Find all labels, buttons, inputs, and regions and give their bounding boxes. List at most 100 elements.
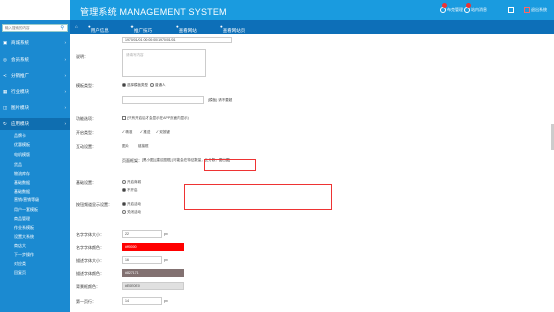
- main-content: 1970/01/01 00:00:00/1970/01/01 说明： 请填写内容…: [70, 34, 554, 312]
- radio-icon: [122, 202, 126, 207]
- submenu-item[interactable]: 设置大系统: [14, 234, 34, 240]
- setting-option-2[interactable]: 不开启: [122, 188, 138, 193]
- user-menu-label: 布克管理: [447, 7, 463, 13]
- feature-checkbox[interactable]: (只有开启后才会显示在APP页面内显示): [122, 116, 189, 121]
- submenu-item[interactable]: 基础数据: [14, 189, 30, 195]
- sidebar-item-distribution[interactable]: ≺ 分销推广 ›: [0, 70, 70, 82]
- submenu-item[interactable]: 货品: [14, 162, 22, 168]
- switch-label: 开启类型：: [76, 130, 96, 135]
- sidebar-item-image[interactable]: ◫ 图片模块 ›: [0, 102, 70, 114]
- submenu-item[interactable]: 下一步操作: [14, 252, 34, 258]
- display-option-1[interactable]: 开启活动: [122, 202, 141, 207]
- sidebar-item-industry[interactable]: ▦ 行业模块 ›: [0, 86, 70, 98]
- bottom-input[interactable]: 14: [122, 297, 162, 305]
- search-input[interactable]: [5, 25, 57, 31]
- submenu-item[interactable]: 用户一套模板: [14, 207, 38, 213]
- chevron-right-icon: ›: [64, 105, 67, 110]
- top-nav: ⌂ ● 用户信息 ★ 推广技巧 ● 查看网站 ● 查看网站页: [70, 20, 554, 34]
- image-icon: ◫: [3, 105, 8, 110]
- submenu-item[interactable]: 对应类: [14, 261, 26, 267]
- name-color-label: 名字字体颜色：: [76, 245, 104, 250]
- notification-badge: [442, 3, 447, 8]
- radio-icon: [122, 210, 126, 215]
- submenu-item[interactable]: 优惠模板: [14, 142, 30, 148]
- detail-color-input[interactable]: #827171: [122, 269, 184, 277]
- setting-option-2-label: 不开启: [127, 188, 138, 192]
- message-icon: [464, 3, 471, 13]
- chevron-down-icon: ›: [64, 121, 67, 126]
- detail-size-input[interactable]: 16: [122, 256, 162, 264]
- link-option-2[interactable]: 链接框: [138, 144, 149, 149]
- app-title: 管理系统 MANAGEMENT SYSTEM: [80, 7, 227, 17]
- logout-icon: [524, 7, 530, 13]
- switch-option-2-label: 推送: [143, 130, 151, 134]
- bottom-label: 第一页行：: [76, 299, 96, 304]
- submenu-item[interactable]: 商品管理: [14, 216, 30, 222]
- chevron-right-icon: ›: [64, 73, 67, 78]
- detail-color-label: 描述字体颜色：: [76, 271, 104, 276]
- setting-option-1-label: 开启商城: [127, 180, 141, 184]
- submenu-item[interactable]: 营销/营销等级: [14, 197, 39, 203]
- header-brand: 管理系统 MANAGEMENT SYSTEM 布克管理 站内消息 退出系统: [70, 0, 554, 20]
- submenu-item[interactable]: 品牌卡: [14, 133, 26, 139]
- name-color-value: #ff0000: [125, 245, 137, 249]
- grid-icon: [508, 7, 514, 13]
- mode-option-2: 普通人: [154, 83, 166, 87]
- detail-size-unit: px: [164, 258, 168, 262]
- sidebar: ⚲ ▣商城系统 › ◎ 会员系统 › ≺ 分销推广 › ▦行业模块 › ◫图片模块 › ↻ 应用…: [0, 20, 70, 312]
- home-icon[interactable]: ⌂: [75, 24, 78, 29]
- top-date-value: 1970/01/01 00:00:00/1970/01/01: [125, 38, 176, 42]
- submenu-item[interactable]: 物流库存: [14, 171, 30, 177]
- description-textarea[interactable]: 请填写内容: [122, 49, 206, 77]
- user-icon: [440, 3, 447, 13]
- switch-option-2[interactable]: ✓ 推送: [140, 130, 150, 135]
- template-input[interactable]: [122, 96, 204, 104]
- link-option-1[interactable]: 图片: [122, 144, 129, 149]
- logout-button[interactable]: 退出系统: [524, 7, 547, 13]
- description-placeholder: 请填写内容: [126, 53, 144, 57]
- font-size-input[interactable]: 22: [122, 230, 162, 238]
- grid-menu[interactable]: [508, 7, 515, 13]
- bottom-unit: px: [164, 299, 168, 303]
- feature-check-text: (只有开启后才会显示在APP页面内显示): [127, 116, 189, 120]
- top-bar: 管理系统 MANAGEMENT SYSTEM 布克管理 站内消息 退出系统: [0, 0, 554, 20]
- messages-menu[interactable]: 站内消息: [464, 3, 487, 13]
- setting-option-1[interactable]: 开启商城: [122, 180, 141, 185]
- sidebar-item-app[interactable]: ↻ 应用模块 ›: [0, 118, 70, 130]
- nav-view-site-page[interactable]: ● 查看网站页: [220, 24, 245, 33]
- submenu-item[interactable]: 基础数据: [14, 180, 30, 186]
- chevron-right-icon: ›: [64, 89, 67, 94]
- share-icon: ≺: [3, 73, 7, 78]
- chevron-right-icon: ›: [64, 40, 67, 45]
- sidebar-item-label: 图片模块: [11, 105, 29, 110]
- bg-color-input[interactable]: #E0E0E0: [122, 282, 184, 290]
- template-hint: (模板) 请不要超: [208, 98, 233, 102]
- user-menu[interactable]: 布克管理: [440, 3, 463, 13]
- nav-user-info[interactable]: ● 用户信息: [88, 24, 109, 33]
- message-badge: [466, 3, 471, 8]
- submenu-item[interactable]: 回复页: [14, 270, 26, 276]
- layout-label: 页面框架：: [122, 158, 142, 163]
- font-size-label: 名字字体大小：: [76, 232, 104, 237]
- submenu-item[interactable]: 作业系模板: [14, 225, 34, 231]
- switch-option-1[interactable]: ✓ 精准: [122, 130, 132, 135]
- top-date-field[interactable]: 1970/01/01 00:00:00/1970/01/01: [122, 37, 232, 43]
- nav-view-site[interactable]: ● 查看网站: [176, 24, 197, 33]
- bg-color-label: 背景框颜色：: [76, 284, 100, 289]
- submenu-item[interactable]: 电机模版: [14, 152, 30, 158]
- highlight-box-layout: [184, 184, 332, 210]
- submenu-item[interactable]: 商店大: [14, 243, 26, 249]
- mode-label: 模板类型：: [76, 83, 96, 88]
- sidebar-item-member[interactable]: ◎ 会员系统 ›: [0, 54, 70, 66]
- nav-promotion[interactable]: ★ 推广技巧: [130, 24, 152, 33]
- detail-size-value: 16: [125, 258, 129, 262]
- radio-icon: [122, 180, 126, 185]
- display-label: 按钮频道显示设置：: [76, 202, 112, 207]
- mode-radio-group[interactable]: 选择模板类型 普通人: [122, 83, 165, 88]
- sidebar-item-mall[interactable]: ▣ 商城系统 ›: [0, 37, 70, 49]
- sidebar-search: ⚲: [2, 24, 68, 32]
- name-color-input[interactable]: #ff0000: [122, 243, 184, 251]
- display-option-2[interactable]: 关闭活动: [122, 210, 141, 215]
- search-icon[interactable]: ⚲: [60, 25, 64, 31]
- switch-option-3[interactable]: ✓ 双按键: [156, 130, 170, 135]
